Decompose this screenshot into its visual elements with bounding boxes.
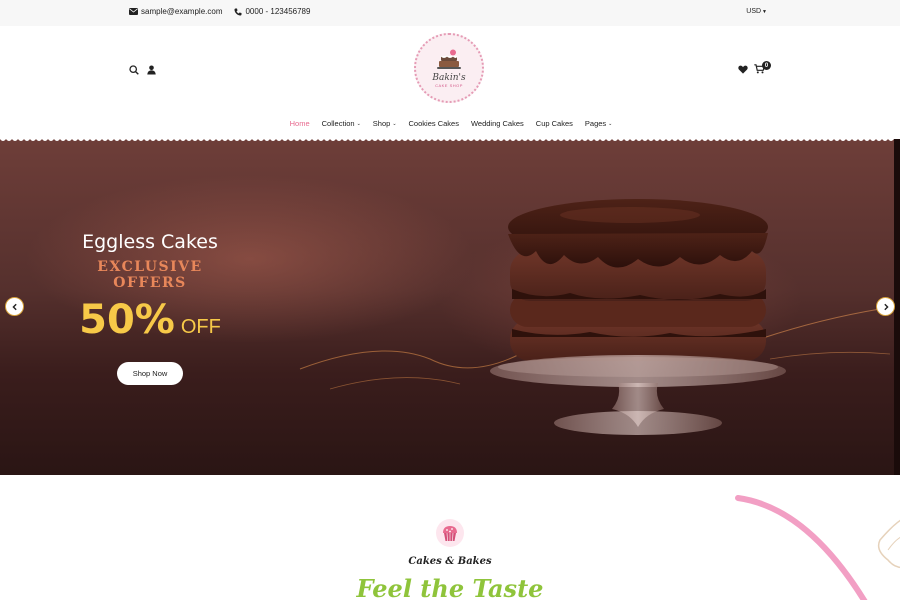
- section-title: Feel the Taste: [356, 574, 544, 600]
- currency-selector[interactable]: USD ▼: [746, 8, 767, 15]
- chevron-down-icon: ⌄: [356, 120, 361, 127]
- hero-slider: Eggless Cakes EXCLUSIVE OFFERS 50% OFF S…: [0, 139, 900, 475]
- nav-item-label: Shop: [372, 119, 391, 128]
- main-nav: Home Collection ⌄ Shop ⌄ Cookies Cakes W…: [0, 119, 900, 128]
- nav-item-label: Cup Cakes: [535, 119, 573, 128]
- hero-offer: EXCLUSIVE OFFERS: [97, 259, 203, 291]
- nav-item-wedding-cakes[interactable]: Wedding Cakes: [471, 119, 524, 128]
- email-link[interactable]: sample@example.com: [141, 7, 222, 16]
- cart-icon[interactable]: 0: [754, 61, 771, 74]
- nav-item-cookies-cakes[interactable]: Cookies Cakes: [409, 119, 459, 128]
- section-subtitle: Cakes & Bakes: [408, 556, 492, 567]
- slider-prev-button[interactable]: [5, 297, 24, 316]
- user-icon[interactable]: [147, 65, 156, 75]
- nav-item-shop[interactable]: Shop ⌄: [373, 119, 397, 128]
- chevron-down-icon: ⌄: [392, 120, 397, 127]
- phone-number[interactable]: 0000 - 123456789: [245, 7, 310, 16]
- cart-count-badge: 0: [762, 61, 771, 70]
- nav-item-label: Pages: [584, 119, 607, 128]
- nav-item-pages[interactable]: Pages ⌄: [585, 119, 612, 128]
- chevron-right-icon: [883, 303, 889, 310]
- search-icon[interactable]: [129, 65, 139, 75]
- nav-item-label: Collection: [321, 119, 355, 128]
- hero-discount: 50% OFF: [60, 297, 240, 343]
- shop-now-button[interactable]: Shop Now: [117, 362, 183, 385]
- site-logo[interactable]: Bakin's CAKE SHOP: [414, 33, 484, 103]
- chocolate-cake-image: [490, 199, 786, 435]
- heart-icon[interactable]: [738, 65, 748, 74]
- nav-item-home[interactable]: Home: [290, 119, 310, 128]
- hero-caption: Eggless Cakes EXCLUSIVE OFFERS 50% OFF: [60, 231, 240, 343]
- header-left-tools: [129, 65, 156, 75]
- nav-item-cup-cakes[interactable]: Cup Cakes: [536, 119, 573, 128]
- nav-item-collection[interactable]: Collection ⌄: [322, 119, 361, 128]
- phone-icon: [234, 8, 242, 16]
- currency-label: USD: [746, 8, 762, 15]
- discount-percent: 50%: [79, 297, 175, 343]
- nav-item-label: Wedding Cakes: [470, 119, 524, 128]
- cupcake-icon: [436, 519, 464, 547]
- chevron-down-icon: ⌄: [608, 120, 613, 127]
- envelope-icon: [129, 8, 138, 15]
- chevron-left-icon: [11, 303, 17, 310]
- logo-subtitle: CAKE SHOP: [435, 82, 463, 88]
- hero-title: Eggless Cakes: [82, 231, 218, 253]
- top-bar: sample@example.com 0000 - 123456789 USD …: [0, 0, 900, 26]
- header-right-tools: 0: [738, 61, 771, 74]
- caret-down-icon: ▼: [762, 8, 767, 15]
- discount-off-label: OFF: [180, 316, 221, 338]
- cake-logo-icon: [437, 49, 461, 69]
- contact-info: sample@example.com 0000 - 123456789: [129, 7, 310, 16]
- nav-item-label: Cookies Cakes: [408, 119, 459, 128]
- slider-next-button[interactable]: [876, 297, 895, 316]
- logo-name: Bakin's: [432, 72, 466, 83]
- nav-item-label: Home: [289, 119, 310, 128]
